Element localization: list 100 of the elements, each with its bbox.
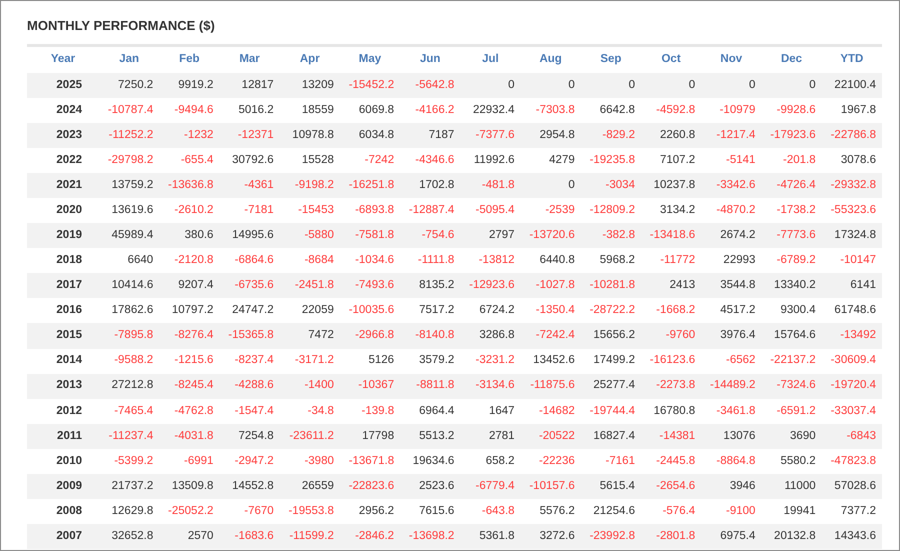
value-text: 10797.2	[172, 304, 214, 316]
value-text: -1111.8	[418, 254, 454, 266]
value-text: 13076	[723, 430, 756, 442]
value-text: 2674.2	[720, 229, 756, 242]
column-header: Dec	[780, 53, 802, 66]
value-text: -12923.6	[469, 279, 515, 292]
value-text: -13812	[478, 254, 515, 266]
value-text: -3231.2	[476, 354, 515, 366]
value-text: -10787.4	[108, 104, 154, 116]
value-text: 3286.8	[479, 329, 515, 342]
value-text: -16251.8	[348, 179, 394, 192]
value-text: -10157.6	[529, 480, 575, 492]
year-label: 2011	[57, 430, 82, 442]
value-text: 2523.6	[419, 480, 454, 492]
value-text: 3544.8	[720, 279, 756, 292]
value-text: 2956.2	[358, 504, 394, 517]
value-text: -11237.4	[108, 430, 154, 442]
column-header: Jan	[119, 53, 140, 66]
value-text: 13759.2	[112, 179, 154, 192]
value-text: 0	[628, 78, 635, 91]
value-text: -9760	[666, 329, 696, 342]
value-text: -13698.2	[408, 530, 454, 542]
value-text: 12817	[242, 78, 274, 91]
value-text: 5615.4	[600, 480, 635, 492]
value-text: -3034	[606, 179, 635, 192]
value-text: -2610.2	[174, 204, 214, 216]
value-text: 0	[688, 78, 696, 91]
column-header: Feb	[179, 53, 200, 66]
value-text: -13720.6	[529, 229, 575, 242]
year-label: 2017	[56, 279, 82, 292]
value-text: -6864.6	[234, 254, 274, 266]
value-text: 1702.8	[419, 179, 454, 192]
value-text: 5016.2	[238, 104, 274, 116]
value-text: -4031.8	[174, 430, 214, 442]
value-text: 6440.8	[540, 254, 575, 266]
value-text: 32652.8	[112, 530, 154, 542]
value-text: -7181	[244, 204, 274, 216]
value-text: 61748.6	[834, 304, 876, 316]
value-text: 1967.8	[840, 104, 876, 116]
column-header: Year	[50, 53, 76, 66]
value-text: -1027.8	[536, 279, 575, 292]
year-label: 2019	[56, 229, 82, 242]
value-text: 13619.6	[112, 204, 154, 216]
value-text: -2120.8	[174, 254, 214, 266]
value-text: 6975.4	[720, 530, 756, 542]
value-text: -19235.8	[590, 154, 635, 166]
value-text: 12629.8	[112, 504, 154, 517]
value-text: -655.4	[180, 154, 214, 166]
value-text: 15764.6	[774, 329, 816, 342]
column-header: Apr	[300, 53, 320, 66]
value-text: -6735.6	[234, 279, 274, 292]
value-text: 13452.6	[533, 354, 575, 366]
value-text: 7107.2	[660, 154, 696, 166]
value-text: 7250.2	[118, 78, 154, 91]
value-text: 17499.2	[593, 354, 635, 366]
value-text: 5580.2	[780, 454, 816, 467]
value-text: -6779.4	[476, 480, 515, 492]
value-text: 13209	[302, 78, 334, 91]
value-text: -2966.8	[355, 329, 394, 342]
value-text: -7242	[364, 154, 394, 166]
value-text: 6069.8	[358, 104, 394, 116]
value-text: -7324.6	[776, 379, 816, 392]
value-text: -1683.6	[234, 530, 274, 542]
year-label: 2013	[56, 379, 82, 392]
value-text: 8135.2	[419, 279, 454, 292]
year-label: 2008	[56, 504, 82, 517]
value-text: -3461.8	[716, 404, 756, 416]
value-text: -16123.6	[650, 354, 696, 366]
column-header: Aug	[539, 53, 562, 66]
value-text: 57028.6	[834, 480, 876, 492]
column-header: Jul	[482, 53, 499, 66]
value-text: -20522	[538, 430, 575, 442]
value-text: -11875.6	[530, 379, 575, 392]
year-label: 2014	[56, 354, 82, 366]
value-text: -5095.4	[476, 204, 515, 216]
value-text: -47823.8	[830, 454, 876, 467]
value-text: 10237.8	[654, 179, 696, 192]
value-text: -11772	[660, 254, 696, 266]
value-text: -7895.8	[114, 329, 154, 342]
value-text: -17923.6	[770, 128, 816, 141]
value-text: -22137.2	[770, 354, 816, 366]
value-text: -15452.2	[348, 78, 394, 91]
value-text: -23992.8	[590, 530, 635, 542]
year-label: 2020	[56, 204, 82, 216]
column-header: Nov	[720, 53, 742, 66]
value-text: -2451.8	[294, 279, 334, 292]
value-text: 16780.8	[654, 404, 696, 416]
value-text: 6964.4	[419, 404, 454, 416]
value-text: -14489.2	[710, 379, 756, 392]
value-text: -382.8	[602, 229, 635, 242]
value-text: 3976.4	[720, 329, 756, 342]
value-text: 6640	[128, 254, 154, 266]
value-text: -14682	[538, 404, 575, 416]
value-text: -30609.4	[830, 354, 876, 366]
value-text: 13509.8	[172, 480, 214, 492]
value-text: 11992.6	[474, 154, 515, 166]
value-text: 15528	[302, 154, 334, 166]
value-text: -139.8	[361, 404, 394, 416]
value-text: -5880	[304, 229, 334, 242]
value-text: 2570	[188, 530, 214, 542]
